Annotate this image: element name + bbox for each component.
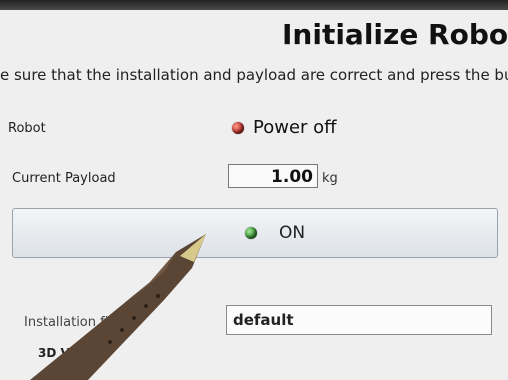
payload-input[interactable]: 1.00 (228, 164, 318, 188)
instruction-text: e sure that the installation and payload… (0, 66, 508, 84)
green-led-icon (244, 227, 257, 239)
robot-label: Robot (8, 121, 46, 136)
red-led-icon (232, 121, 244, 134)
installation-label: Installation fil (24, 315, 112, 330)
power-on-label: ON (278, 223, 306, 243)
payload-unit: kg (322, 171, 338, 186)
payload-label: Current Payload (12, 171, 116, 186)
power-on-content: ON (244, 223, 306, 243)
screen-frame: Initialize Robot e sure that the install… (0, 0, 508, 380)
installation-field[interactable]: default (226, 305, 492, 335)
power-on-button[interactable]: ON (12, 208, 498, 258)
page-title: Initialize Robot (282, 18, 508, 51)
screen-bezel (0, 0, 508, 10)
robot-status-text: Power off (253, 117, 337, 138)
view-label: 3D Vie (38, 346, 82, 360)
robot-status: Power off (232, 117, 337, 138)
